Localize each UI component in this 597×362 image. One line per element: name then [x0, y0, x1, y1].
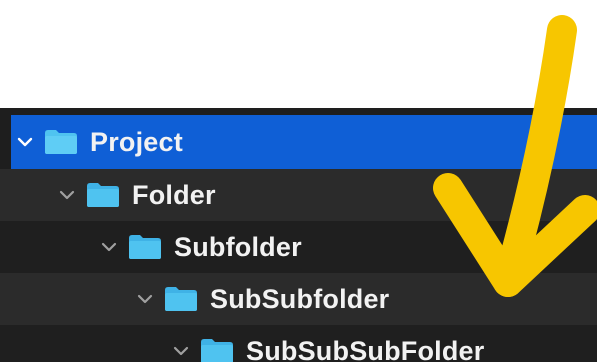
- tree-row-project[interactable]: Project: [11, 115, 597, 169]
- tree-row-folder[interactable]: Folder: [0, 169, 597, 221]
- folder-icon: [44, 129, 78, 155]
- chevron-down-icon[interactable]: [100, 238, 118, 256]
- folder-icon: [86, 182, 120, 208]
- chevron-down-icon[interactable]: [16, 133, 34, 151]
- folder-icon: [200, 338, 234, 362]
- tree-row-subsubfolder[interactable]: SubSubfolder: [0, 273, 597, 325]
- chevron-down-icon[interactable]: [172, 342, 190, 360]
- tree-row-label: SubSubfolder: [210, 283, 390, 314]
- tree-row-label: Project: [90, 126, 183, 157]
- chevron-down-icon[interactable]: [58, 186, 76, 204]
- tree-row-label: Subfolder: [174, 231, 302, 262]
- tree-row-subsubsubfolder[interactable]: SubSubSubFolder: [0, 325, 597, 362]
- tree-row-label: Folder: [132, 179, 216, 210]
- folder-icon: [128, 234, 162, 260]
- folder-icon: [164, 286, 198, 312]
- folder-tree: Project Folder Subfolder SubSubfolder Su…: [0, 108, 597, 362]
- tree-row-label: SubSubSubFolder: [246, 335, 485, 362]
- chevron-down-icon[interactable]: [136, 290, 154, 308]
- tree-row-subfolder[interactable]: Subfolder: [0, 221, 597, 273]
